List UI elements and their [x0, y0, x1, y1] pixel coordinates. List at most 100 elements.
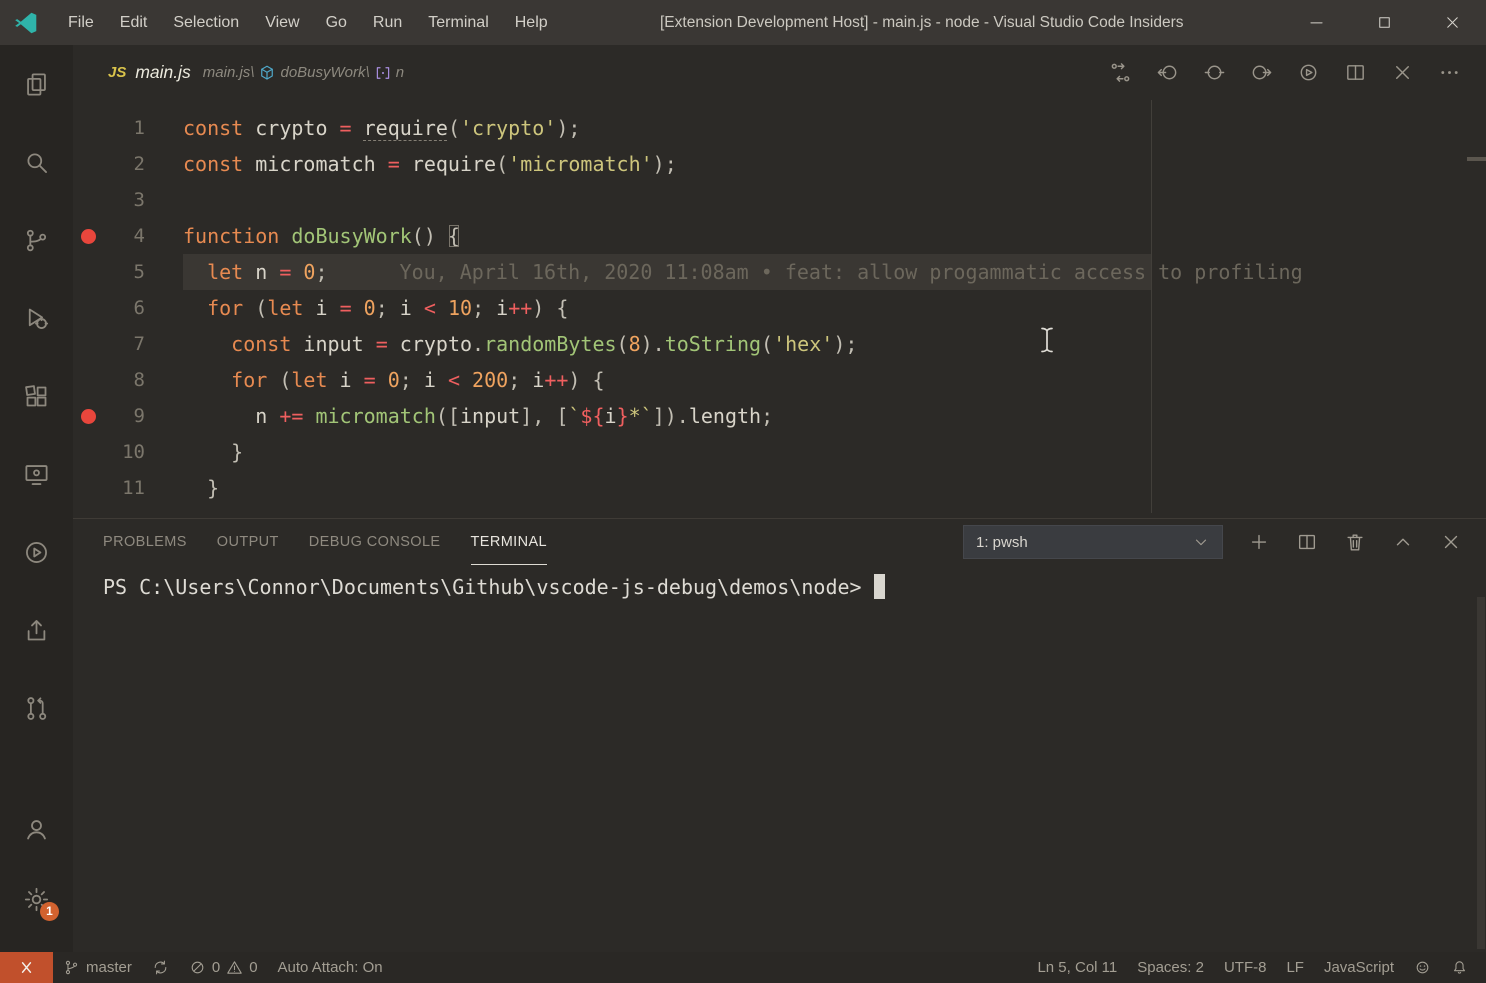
maximize-button[interactable]: [1350, 0, 1418, 45]
step-forward-button[interactable]: [1244, 56, 1278, 90]
terminal-scrollbar[interactable]: [1477, 597, 1485, 949]
breakpoint-gutter[interactable]: [73, 254, 103, 290]
breadcrumb-item-2[interactable]: n: [374, 64, 404, 82]
status-feedback[interactable]: [1404, 952, 1441, 983]
gutter[interactable]: 6: [73, 290, 183, 326]
breadcrumb-item-1[interactable]: doBusyWork\: [258, 64, 369, 82]
gutter[interactable]: 8: [73, 362, 183, 398]
panel-tab-debug-console[interactable]: DEBUG CONSOLE: [309, 519, 441, 565]
menu-item-go[interactable]: Go: [313, 0, 360, 45]
activitybar-item-test-explorer[interactable]: [0, 513, 73, 591]
breakpoint-gutter[interactable]: [73, 182, 103, 218]
compare-changes-button[interactable]: [1103, 56, 1137, 90]
status-remote-indicator[interactable]: [0, 952, 53, 983]
gutter[interactable]: 7: [73, 326, 183, 362]
settings-badge: 1: [40, 902, 59, 921]
menu-item-file[interactable]: File: [55, 0, 107, 45]
terminal-dropdown[interactable]: 1: pwsh: [963, 525, 1223, 559]
gutter[interactable]: 11: [73, 470, 183, 506]
breakpoint-icon[interactable]: [81, 409, 96, 424]
breakpoint-gutter[interactable]: [73, 398, 103, 434]
panel-tab-output[interactable]: OUTPUT: [217, 519, 279, 565]
editor-scrollbar-marker[interactable]: [1467, 157, 1486, 161]
gutter[interactable]: 9: [73, 398, 183, 434]
activitybar-item-extensions[interactable]: [0, 357, 73, 435]
code-line[interactable]: 2const micromatch = require('micromatch'…: [73, 146, 1486, 182]
panel-tab-problems[interactable]: PROBLEMS: [103, 519, 187, 565]
new-terminal-button[interactable]: [1242, 525, 1276, 559]
menu-item-terminal[interactable]: Terminal: [415, 0, 501, 45]
code-line[interactable]: 11 }: [73, 470, 1486, 506]
line-content: function doBusyWork() {: [183, 218, 1486, 254]
code-line[interactable]: 4function doBusyWork() {: [73, 218, 1486, 254]
activitybar-item-github-pull-requests[interactable]: [0, 669, 73, 747]
code-line[interactable]: 5 let n = 0;You, April 16th, 2020 11:08a…: [73, 254, 1486, 290]
menu-item-view[interactable]: View: [252, 0, 312, 45]
code-line[interactable]: 8 for (let i = 0; i < 200; i++) {: [73, 362, 1486, 398]
file-name[interactable]: main.js: [135, 62, 190, 83]
status-git-branch[interactable]: master: [53, 952, 142, 983]
menu-item-edit[interactable]: Edit: [107, 0, 161, 45]
activitybar-item-settings[interactable]: 1: [0, 864, 73, 934]
activitybar-item-explorer[interactable]: [0, 45, 73, 123]
code-line[interactable]: 10 }: [73, 434, 1486, 470]
close-window-button[interactable]: [1418, 0, 1486, 45]
gutter[interactable]: 4: [73, 218, 183, 254]
code-line[interactable]: 1const crypto = require('crypto');: [73, 110, 1486, 146]
breakpoint-gutter[interactable]: [73, 362, 103, 398]
menu-item-run[interactable]: Run: [360, 0, 415, 45]
panel-tab-terminal[interactable]: TERMINAL: [471, 519, 548, 565]
reverse-continue-button[interactable]: [1197, 56, 1231, 90]
activitybar-item-account[interactable]: [0, 794, 73, 864]
activitybar-item-live-share[interactable]: [0, 591, 73, 669]
menu-item-selection[interactable]: Selection: [160, 0, 252, 45]
status-problems[interactable]: 00: [179, 952, 268, 983]
status-language[interactable]: JavaScript: [1314, 952, 1404, 983]
breakpoint-gutter[interactable]: [73, 470, 103, 506]
terminal[interactable]: PS C:\Users\Connor\Documents\Github\vsco…: [73, 565, 1486, 599]
activitybar-item-source-control[interactable]: [0, 201, 73, 279]
breakpoint-gutter[interactable]: [73, 146, 103, 182]
code-line[interactable]: 6 for (let i = 0; i < 10; i++) {: [73, 290, 1486, 326]
code-editor[interactable]: 1const crypto = require('crypto');2const…: [73, 100, 1486, 519]
close-editor-button[interactable]: [1385, 56, 1419, 90]
bottom-panel: PROBLEMS OUTPUT DEBUG CONSOLE TERMINAL 1: p…: [73, 519, 1486, 952]
more-actions-button[interactable]: [1432, 56, 1466, 90]
status-auto-attach[interactable]: Auto Attach: On: [268, 952, 393, 983]
breadcrumb-item-0[interactable]: main.js\: [203, 64, 255, 81]
close-panel-button[interactable]: [1434, 525, 1468, 559]
status-sync[interactable]: [142, 952, 179, 983]
gutter[interactable]: 10: [73, 434, 183, 470]
code-line[interactable]: 9 n += micromatch([input], [`${i}*`]).le…: [73, 398, 1486, 434]
status-notifications[interactable]: [1441, 952, 1478, 983]
step-back-button[interactable]: [1150, 56, 1184, 90]
status-cursor-position[interactable]: Ln 5, Col 11: [1027, 952, 1127, 983]
status-encoding[interactable]: UTF-8: [1214, 952, 1277, 983]
split-terminal-button[interactable]: [1290, 525, 1324, 559]
split-editor-button[interactable]: [1338, 56, 1372, 90]
activitybar-item-search[interactable]: [0, 123, 73, 201]
gutter[interactable]: 1: [73, 110, 183, 146]
code-line[interactable]: 7 const input = crypto.randomBytes(8).to…: [73, 326, 1486, 362]
gutter[interactable]: 2: [73, 146, 183, 182]
breakpoint-gutter[interactable]: [73, 110, 103, 146]
gutter[interactable]: 3: [73, 182, 183, 218]
live-share-icon: [23, 617, 50, 644]
breakpoint-gutter[interactable]: [73, 290, 103, 326]
breakpoint-gutter[interactable]: [73, 218, 103, 254]
status-indentation[interactable]: Spaces: 2: [1127, 952, 1214, 983]
activitybar-item-run-debug[interactable]: [0, 279, 73, 357]
code-line[interactable]: 3: [73, 182, 1486, 218]
menu-item-help[interactable]: Help: [502, 0, 561, 45]
status-eol[interactable]: LF: [1276, 952, 1314, 983]
maximize-panel-button[interactable]: [1386, 525, 1420, 559]
source-control-icon: [23, 227, 50, 254]
run-button[interactable]: [1291, 56, 1325, 90]
kill-terminal-button[interactable]: [1338, 525, 1372, 559]
breakpoint-gutter[interactable]: [73, 326, 103, 362]
activitybar-item-remote-explorer[interactable]: [0, 435, 73, 513]
breakpoint-icon[interactable]: [81, 229, 96, 244]
minimize-button[interactable]: [1282, 0, 1350, 45]
breakpoint-gutter[interactable]: [73, 434, 103, 470]
gutter[interactable]: 5: [73, 254, 183, 290]
